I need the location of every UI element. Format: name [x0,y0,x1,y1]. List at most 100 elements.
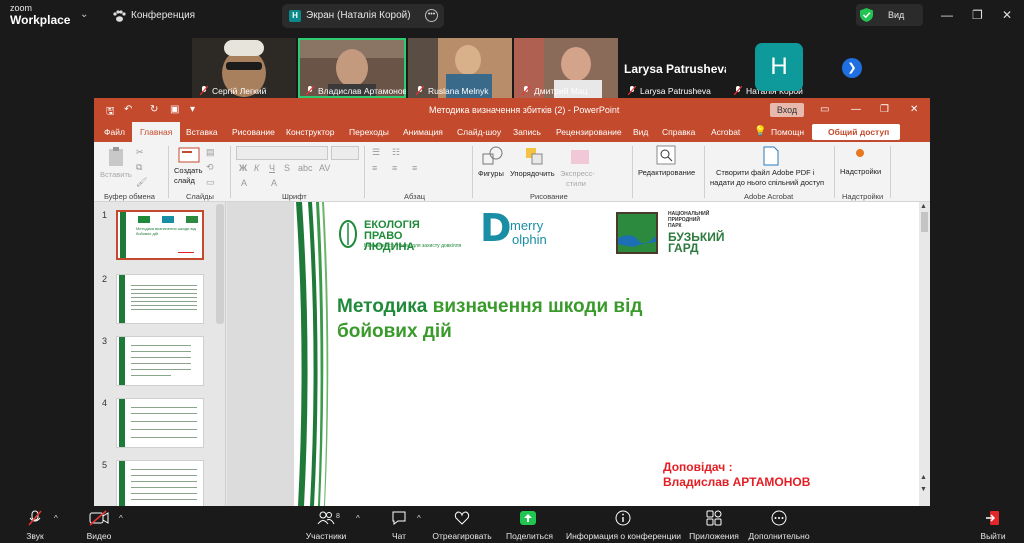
video-button[interactable]: Видео [82,506,116,543]
tab-review[interactable]: Рецензирование [556,127,622,137]
slide-thumb-4[interactable] [116,398,204,448]
shapes-icon[interactable] [482,146,504,166]
participants-options-icon[interactable]: ^ [356,514,360,523]
participant-tile[interactable]: Сергій Легкий [192,38,296,98]
ppt-minimize-icon[interactable]: — [851,104,861,115]
bold-icon[interactable]: Ж [239,163,247,173]
paste-icon[interactable] [106,146,128,168]
participant-tile[interactable]: Ruslana Melnyk [408,38,512,98]
tab-file[interactable]: Файл [104,127,125,137]
participant-tile-active[interactable]: Владислав Артамонов [298,38,406,98]
login-button[interactable]: Вход [770,103,804,117]
new-slide-icon[interactable] [178,146,200,164]
share-button[interactable]: Общий доступ [812,124,900,140]
chat-button[interactable]: Чат [386,506,412,543]
chat-icon [392,511,406,525]
participant-tile[interactable]: Дмитрий Мац [514,38,618,98]
section-icon[interactable]: ▭ [206,177,215,188]
video-options-icon[interactable]: ^ [119,514,123,523]
slide-thumb-2[interactable] [116,274,204,324]
thumb-scrollbar[interactable] [216,204,224,324]
spacing-icon[interactable]: AV [319,163,330,173]
minimize-icon[interactable]: — [941,8,953,22]
park-emblem [616,212,658,254]
tell-me[interactable]: Помощн [771,127,804,137]
tab-record[interactable]: Запись [513,127,541,137]
restore-icon[interactable]: ❐ [972,8,983,22]
ppt-restore-icon[interactable]: ❐ [880,104,889,115]
ppt-close-icon[interactable]: ✕ [910,104,918,115]
chat-options-icon[interactable]: ^ [417,514,421,523]
next-page-icon[interactable]: ❯ [842,58,862,78]
more-button[interactable]: Дополнительно [747,506,811,543]
present-icon[interactable]: ▣ [170,104,179,115]
lightbulb-icon[interactable]: 💡 [754,126,766,137]
react-button[interactable]: Отреагировать [432,506,492,543]
highlight-icon[interactable]: A [271,178,277,188]
tab-acrobat[interactable]: Acrobat [711,127,740,137]
tab-draw[interactable]: Рисование [232,127,275,137]
tab-design[interactable]: Конструктор [286,127,334,137]
customize-icon[interactable]: ▾ [190,104,195,115]
slide-thumb-5[interactable] [116,460,204,506]
merry-dolphin-logo: D merry olphin [480,206,547,250]
save-icon[interactable]: 🖫 [106,104,115,121]
align-center-icon[interactable]: ≡ [392,163,397,173]
tab-animations[interactable]: Анимация [403,127,443,137]
tab-view[interactable]: Вид [633,127,648,137]
layout-icon[interactable]: ▤ [206,147,215,158]
tab-help[interactable]: Справка [662,127,695,137]
meeting-info-button[interactable]: Информация о конференции [566,506,681,543]
bug-gard-park-logo: НАЦІОНАЛЬНИЙ ПРИРОДНИЙ ПАРК БУЗЬКИЙ ГАРД [616,211,725,256]
find-icon[interactable] [656,145,676,165]
adobe-create-button[interactable]: Створити файл Adobe PDF і [716,168,815,177]
format-painter-icon[interactable]: 🖌 [136,177,147,188]
leave-button[interactable]: Выйти [978,506,1008,543]
strike-icon[interactable]: abc [298,163,313,173]
close-icon[interactable]: ✕ [1002,8,1012,22]
quick-styles-icon[interactable] [570,146,592,166]
video-off-icon [89,510,109,526]
participants-button[interactable]: Участники [304,506,348,543]
redo-icon[interactable]: ↻ [150,104,158,115]
numbering-icon[interactable]: ☷ [392,147,400,158]
current-slide[interactable]: ЕКОЛОГІЯ ПРАВО ЛЮДИНА Незалежність права… [294,202,920,506]
reset-icon[interactable]: ⟲ [206,162,214,173]
undo-icon[interactable]: ↶ [124,104,132,115]
tab-transitions[interactable]: Переходы [349,127,389,137]
slide-thumb-3[interactable] [116,336,204,386]
slide-thumb-1[interactable]: Методика визначення шкоди від бойових ді… [116,210,204,260]
slide-scrollbar[interactable]: ▲ ▲ ▼ [919,202,930,506]
font-color-icon[interactable]: A [241,178,247,188]
group-slides: Слайды [186,192,214,201]
tab-insert[interactable]: Вставка [186,127,218,137]
copy-icon[interactable]: ⧉ [136,162,142,173]
underline-icon[interactable]: Ч [269,163,275,173]
apps-button[interactable]: Приложения [688,506,740,543]
align-left-icon[interactable]: ≡ [372,163,377,173]
align-right-icon[interactable]: ≡ [412,163,417,173]
ecology-logo: ЕКОЛОГІЯ ПРАВО ЛЮДИНА Незалежність права… [338,217,461,253]
cut-icon[interactable]: ✂ [136,147,144,158]
addins-icon[interactable] [854,147,866,159]
heart-icon [454,511,470,525]
tab-home[interactable]: Главная [132,122,181,142]
audio-options-icon[interactable]: ^ [54,514,58,523]
arrange-icon[interactable] [524,146,546,166]
font-name-input[interactable] [236,146,328,160]
share-screen-button[interactable]: Поделиться [506,506,553,543]
share-badge: H [289,10,301,22]
italic-icon[interactable]: К [254,163,259,173]
more-icon[interactable]: ••• [425,9,438,22]
shadow-icon[interactable]: S [284,163,290,173]
chevron-down-icon[interactable]: ⌄ [80,9,88,20]
conference-label[interactable]: Конференция [131,10,195,21]
screen-share-tab[interactable]: H Экран (Наталія Корой) ••• [282,4,444,28]
group-adobe: Adobe Acrobat [744,192,794,201]
bullets-icon[interactable]: ☰ [372,147,380,158]
font-size-input[interactable] [331,146,359,160]
audio-button[interactable]: Звук [18,506,52,543]
adobe-pdf-icon[interactable] [762,146,780,166]
tab-slideshow[interactable]: Слайд-шоу [457,127,501,137]
ribbon-display-icon[interactable]: ▭ [820,104,829,115]
